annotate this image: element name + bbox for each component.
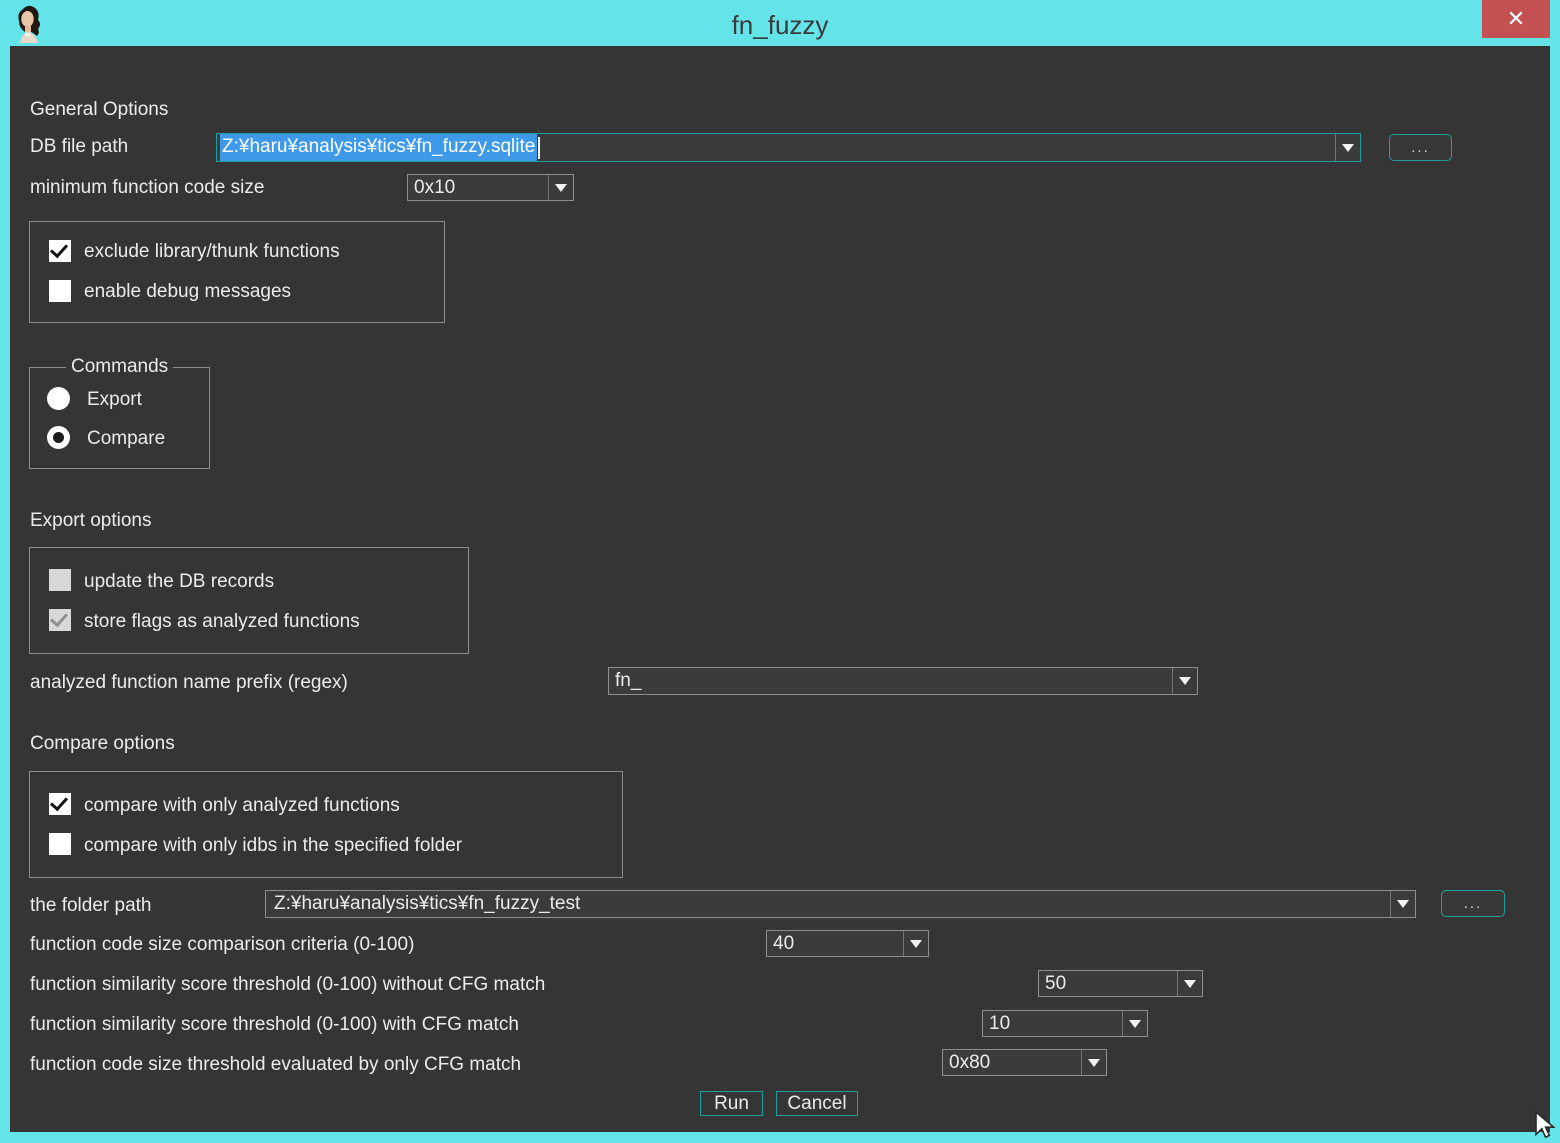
min-code-size-dropdown[interactable]: 0x10 [407, 174, 574, 201]
chevron-down-icon[interactable] [548, 175, 573, 200]
folder-path-value: Z:¥haru¥analysis¥tics¥fn_fuzzy_test [266, 891, 1390, 917]
chevron-down-icon[interactable] [1081, 1050, 1106, 1075]
titlebar: fn_fuzzy ✕ [0, 0, 1560, 46]
checkbox-compare-analyzed-only-label: compare with only analyzed functions [84, 795, 400, 817]
sim-with-cfg-dropdown[interactable]: 10 [982, 1010, 1148, 1037]
radio-dot-icon [53, 432, 64, 443]
radio-compare[interactable] [47, 426, 70, 449]
checkbox-store-flags[interactable] [49, 609, 71, 631]
close-button[interactable]: ✕ [1482, 0, 1550, 38]
radio-compare-label: Compare [87, 428, 165, 450]
prefix-combobox[interactable]: fn_ [608, 667, 1198, 695]
cancel-button[interactable]: Cancel [776, 1091, 858, 1116]
check-icon [50, 793, 68, 812]
checkbox-update-db-records-label: update the DB records [84, 571, 274, 593]
sim-without-cfg-dropdown[interactable]: 50 [1038, 970, 1203, 997]
text-caret [538, 137, 540, 159]
check-icon [50, 240, 68, 259]
sim-with-cfg-label: function similarity score threshold (0-1… [30, 1014, 519, 1036]
chevron-down-icon[interactable] [1177, 971, 1202, 996]
min-code-size-value: 0x10 [408, 175, 548, 200]
run-button[interactable]: Run [700, 1091, 763, 1116]
db-file-path-combobox[interactable]: Z:¥haru¥analysis¥tics¥fn_fuzzy.sqlite [216, 133, 1361, 162]
folder-path-browse-button[interactable]: ... [1441, 890, 1505, 917]
radio-export[interactable] [47, 387, 70, 410]
db-file-path-value: Z:¥haru¥analysis¥tics¥fn_fuzzy.sqlite [220, 134, 537, 161]
export-options-heading: Export options [30, 510, 151, 532]
prefix-value: fn_ [609, 668, 1172, 694]
size-criteria-value: 40 [767, 931, 903, 956]
compare-options-heading: Compare options [30, 733, 175, 755]
checkbox-enable-debug-label: enable debug messages [84, 281, 291, 303]
window-title: fn_fuzzy [0, 10, 1560, 41]
chevron-down-icon[interactable] [903, 931, 928, 956]
mouse-cursor [1534, 1110, 1560, 1143]
compare-checkbox-group [29, 771, 623, 878]
size-cfg-only-value: 0x80 [943, 1050, 1081, 1075]
checkbox-exclude-library-thunk[interactable] [49, 240, 71, 262]
sim-without-cfg-label: function similarity score threshold (0-1… [30, 974, 545, 996]
chevron-down-icon[interactable] [1335, 134, 1360, 161]
size-cfg-only-dropdown[interactable]: 0x80 [942, 1049, 1107, 1076]
prefix-label: analyzed function name prefix (regex) [30, 672, 348, 694]
checkbox-compare-idbs-folder[interactable] [49, 833, 71, 855]
checkbox-update-db-records[interactable] [49, 569, 71, 591]
checkbox-enable-debug[interactable] [49, 280, 71, 302]
checkbox-store-flags-label: store flags as analyzed functions [84, 611, 360, 633]
radio-export-label: Export [87, 389, 142, 411]
folder-path-label: the folder path [30, 895, 151, 917]
commands-group: Commands [29, 367, 210, 469]
min-code-size-label: minimum function code size [30, 177, 264, 199]
close-icon: ✕ [1507, 6, 1525, 32]
chevron-down-icon[interactable] [1122, 1011, 1147, 1036]
checkbox-compare-analyzed-only[interactable] [49, 793, 71, 815]
db-file-path-label: DB file path [30, 136, 128, 158]
general-checkbox-group [29, 221, 445, 323]
db-path-browse-button[interactable]: ... [1389, 134, 1452, 161]
chevron-down-icon[interactable] [1390, 891, 1415, 917]
check-icon [50, 609, 68, 628]
size-cfg-only-label: function code size threshold evaluated b… [30, 1054, 521, 1076]
size-criteria-label: function code size comparison criteria (… [30, 934, 414, 956]
checkbox-compare-idbs-folder-label: compare with only idbs in the specified … [84, 835, 462, 857]
export-checkbox-group [29, 547, 469, 654]
chevron-down-icon[interactable] [1172, 668, 1197, 694]
general-options-heading: General Options [30, 99, 168, 121]
size-criteria-dropdown[interactable]: 40 [766, 930, 929, 957]
sim-with-cfg-value: 10 [983, 1011, 1122, 1036]
sim-without-cfg-value: 50 [1039, 971, 1177, 996]
folder-path-combobox[interactable]: Z:¥haru¥analysis¥tics¥fn_fuzzy_test [265, 890, 1416, 918]
checkbox-exclude-library-thunk-label: exclude library/thunk functions [84, 241, 340, 263]
commands-legend: Commands [66, 356, 173, 378]
